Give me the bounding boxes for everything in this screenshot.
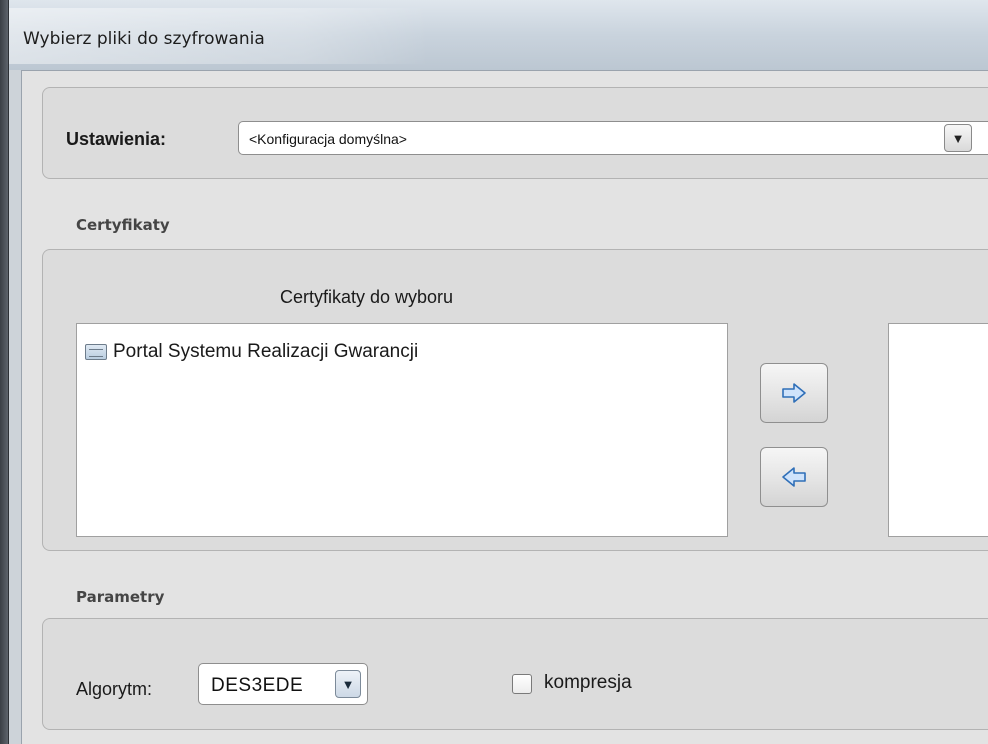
certificate-icon xyxy=(85,344,107,360)
title-bar[interactable]: Wybierz pliki do szyfrowania xyxy=(9,0,988,70)
arrow-left-icon xyxy=(782,467,806,487)
certificates-section-title: Certyfikaty xyxy=(76,216,170,234)
algorithm-combobox[interactable]: DES3EDE ▼ xyxy=(198,663,368,705)
list-item[interactable]: Portal Systemu Realizacji Gwarancji xyxy=(85,340,418,364)
window-title: Wybierz pliki do szyfrowania xyxy=(23,29,265,49)
dialog-content: Ustawienia: <Konfiguracja domyślna> ▼ Ce… xyxy=(21,70,988,744)
available-certificates-header: Certyfikaty do wyboru xyxy=(280,287,454,307)
available-certificates-list[interactable]: Portal Systemu Realizacji Gwarancji xyxy=(76,323,728,537)
algorithm-dropdown-button[interactable]: ▼ xyxy=(335,670,361,698)
list-item-label: Portal Systemu Realizacji Gwarancji xyxy=(113,341,419,362)
chevron-down-icon: ▼ xyxy=(951,130,965,146)
remove-certificate-button[interactable] xyxy=(760,447,828,507)
selected-certificates-list[interactable] xyxy=(888,323,988,537)
chevron-down-icon: ▼ xyxy=(341,676,355,692)
parameters-section-title: Parametry xyxy=(76,588,165,606)
settings-combobox-value: <Konfiguracja domyślna> xyxy=(249,131,407,147)
dialog-window: Wybierz pliki do szyfrowania Ustawienia:… xyxy=(8,0,988,744)
arrow-right-icon xyxy=(782,383,806,403)
compression-checkbox[interactable] xyxy=(512,674,532,694)
settings-label: Ustawienia: xyxy=(66,129,167,149)
algorithm-label: Algorytm: xyxy=(76,679,153,699)
algorithm-value: DES3EDE xyxy=(211,675,304,696)
add-certificate-button[interactable] xyxy=(760,363,828,423)
compression-label[interactable]: kompresja xyxy=(544,672,632,694)
settings-combobox[interactable]: <Konfiguracja domyślna> xyxy=(238,121,988,155)
settings-dropdown-button[interactable]: ▼ xyxy=(944,124,972,152)
